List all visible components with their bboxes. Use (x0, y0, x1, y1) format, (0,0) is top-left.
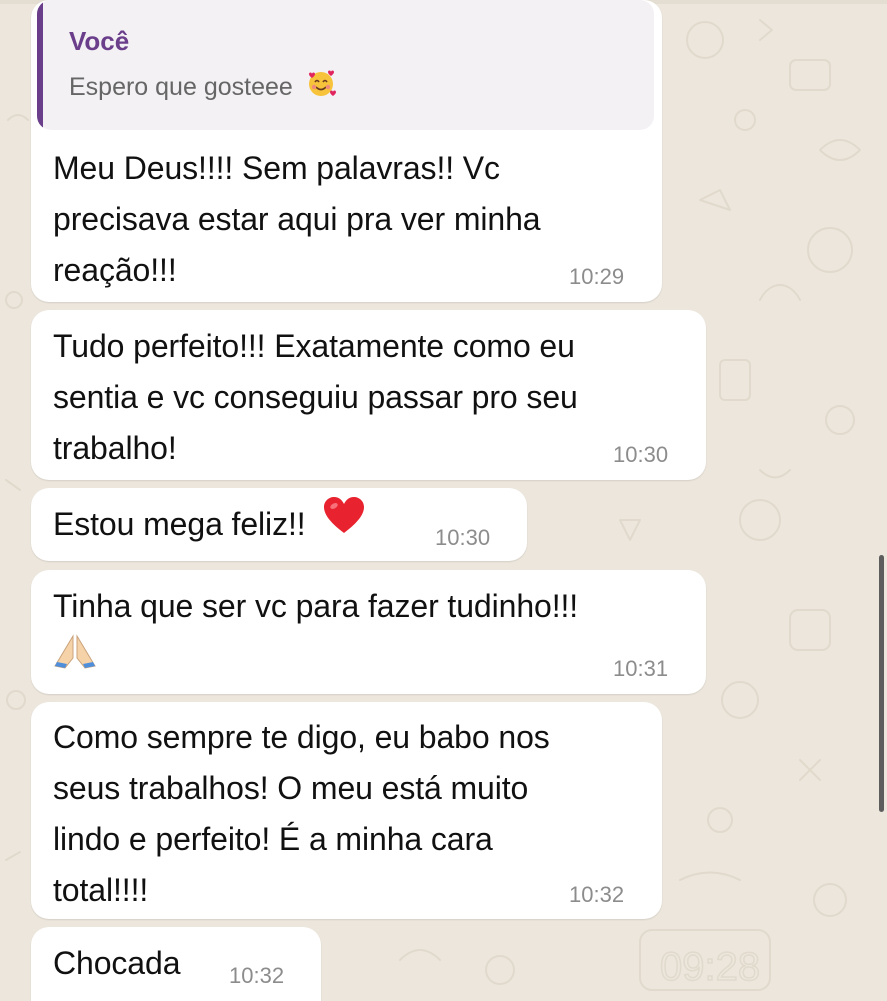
scrollbar[interactable] (879, 555, 884, 812)
message-line: Chocada (53, 945, 181, 981)
message-bubble[interactable]: Tinha que ser vc para fazer tudinho!!! 1… (31, 570, 706, 694)
message-line (53, 632, 578, 685)
message-text: Tudo perfeito!!! Exatamente como eu sent… (53, 321, 578, 474)
message-line: reação!!! (53, 252, 177, 288)
message-text: Tinha que ser vc para fazer tudinho!!! (53, 581, 578, 685)
message-line-text: Estou mega feliz!! (53, 506, 306, 542)
message-timestamp: 10:30 (613, 442, 669, 467)
quoted-reply[interactable]: Você Espero que gosteee (37, 0, 654, 130)
message-timestamp: 10:32 (569, 882, 625, 907)
smiling-face-with-hearts-icon (306, 68, 336, 103)
message-bubble[interactable]: Estou mega feliz!! 10:30 (31, 488, 527, 561)
message-text: Como sempre te digo, eu babo nos seus tr… (53, 712, 550, 916)
reply-quote-text: Espero que gosteee (69, 70, 336, 103)
reply-accent-bar (37, 0, 43, 130)
message-line: trabalho! (53, 430, 177, 466)
message-line: Tinha que ser vc para fazer tudinho!!! (53, 588, 579, 624)
message-timestamp: 10:29 (569, 264, 625, 289)
folded-hands-icon (53, 634, 97, 685)
message-bubble[interactable]: Como sempre te digo, eu babo nos seus tr… (31, 702, 662, 919)
message-line: lindo e perfeito! É a minha cara (53, 821, 493, 857)
message-line: Estou mega feliz!! (53, 497, 366, 550)
message-line: Tudo perfeito!!! Exatamente como eu (53, 328, 575, 364)
message-timestamp: 10:30 (435, 525, 491, 550)
message-line: Meu Deus!!!! Sem palavras!! Vc (53, 150, 500, 186)
reply-author: Você (69, 26, 130, 56)
message-line: precisava estar aqui pra ver minha (53, 201, 541, 237)
red-heart-icon (322, 495, 366, 550)
message-bubble[interactable]: Você Espero que gosteee Meu Deus!!!! Sem… (31, 0, 662, 302)
message-line: total!!!! (53, 872, 149, 908)
message-timestamp: 10:32 (229, 963, 285, 988)
svg-text:09:28: 09:28 (660, 945, 760, 989)
message-line: sentia e vc conseguiu passar pro seu (53, 379, 578, 415)
message-timestamp: 10:31 (613, 656, 669, 681)
message-text: Chocada (53, 938, 181, 989)
reply-quote-label: Espero que gosteee (69, 73, 293, 102)
message-text: Meu Deus!!!! Sem palavras!! Vc precisava… (53, 143, 541, 296)
message-line: Como sempre te digo, eu babo nos (53, 719, 550, 755)
message-bubble[interactable]: Chocada 10:32 (31, 927, 321, 1001)
message-line: seus trabalhos! O meu está muito (53, 770, 529, 806)
message-bubble[interactable]: Tudo perfeito!!! Exatamente como eu sent… (31, 310, 706, 480)
message-text: Estou mega feliz!! (53, 497, 366, 550)
